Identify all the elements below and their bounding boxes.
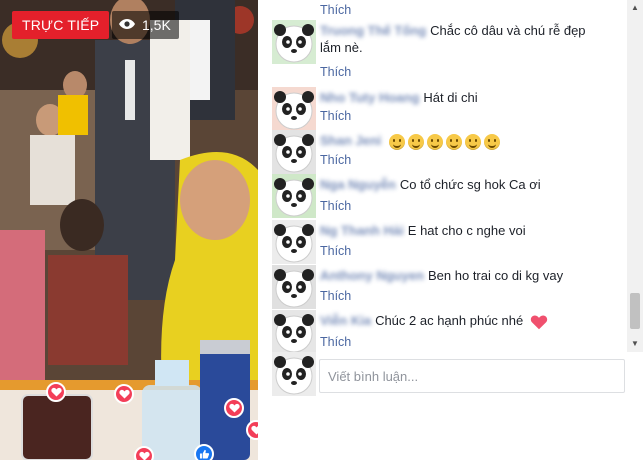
scroll-thumb[interactable] (630, 293, 640, 329)
comment-author[interactable]: Ng Thanh Hải (320, 223, 404, 238)
like-link[interactable]: Thích (320, 153, 351, 167)
scroll-down-icon[interactable]: ▼ (627, 336, 643, 350)
live-video[interactable]: TRỰC TIẾP 1,5K (0, 0, 258, 460)
comment-item: Viễn Kia Chúc 2 ac hạnh phúc nhé Thích (272, 310, 622, 352)
panda-avatar-icon[interactable] (272, 220, 316, 264)
comment-bubble: Viễn Kia Chúc 2 ac hạnh phúc nhé (320, 312, 620, 330)
comment-item: Shan Jeni Thích (272, 130, 622, 174)
comment-bubble: Truong Thế Tống Chắc cô dâu và chú rễ đẹp… (320, 22, 610, 56)
panda-avatar-icon[interactable] (272, 265, 316, 309)
like-link[interactable]: Thích (320, 289, 351, 303)
comment-bubble: Ng Thanh Hải E hat cho c nghe voi (320, 222, 620, 239)
smile-emoji-icon (484, 133, 501, 150)
comments-scrollbar[interactable]: ▲ ▼ (627, 0, 643, 352)
comment-text: E hat cho c nghe voi (407, 223, 526, 238)
panda-avatar-icon (272, 352, 316, 396)
smile-emoji-icon (446, 133, 463, 150)
comment-bubble: Shan Jeni (320, 132, 620, 150)
comment-text: Co tổ chức sg hok Ca ơi (399, 177, 541, 192)
like-reaction-icon (194, 444, 214, 460)
smile-emoji-icon (408, 133, 425, 150)
comment-author[interactable]: Shan Jeni (320, 133, 381, 148)
comment-input[interactable] (319, 359, 625, 393)
like-link[interactable]: Thích (320, 109, 351, 123)
heart-reaction-icon (46, 382, 66, 402)
comment-author[interactable]: Nho Tuty Hoang (320, 90, 419, 105)
comment-item: Nho Tuty Hoang Hát di chi Thích (272, 87, 622, 131)
scroll-up-icon[interactable]: ▲ (627, 0, 643, 14)
panda-avatar-icon[interactable] (272, 87, 316, 131)
comment-item: Truong Thế Tống Chắc cô dâu và chú rễ đẹp… (272, 20, 622, 82)
comment-list[interactable]: Thích Truong Thế Tống Chắc cô dâu và chú … (258, 0, 627, 352)
comment-composer (272, 352, 632, 396)
emoji-row (389, 133, 501, 150)
comment-bubble: Anthony Nguyen Ben ho trai co di kg vay (320, 267, 620, 284)
heart-reaction-icon (134, 446, 154, 460)
panda-avatar-icon[interactable] (272, 310, 316, 352)
heart-reaction-icon (114, 384, 134, 404)
eye-icon (118, 11, 136, 39)
comment-text: Chúc 2 ac hạnh phúc nhé (375, 313, 524, 328)
like-link[interactable]: Thích (320, 199, 351, 213)
panda-avatar-icon[interactable] (272, 130, 316, 174)
heart-emoji-icon (530, 315, 548, 329)
heart-reaction-icon (224, 398, 244, 418)
like-link[interactable]: Thích (320, 244, 351, 258)
viewer-count-badge: 1,5K (112, 11, 179, 39)
smile-emoji-icon (389, 133, 406, 150)
comment-author[interactable]: Anthony Nguyen (320, 268, 424, 283)
comment-item: Thích (272, 0, 622, 18)
comment-bubble: Nho Tuty Hoang Hát di chi (320, 89, 620, 106)
like-link[interactable]: Thích (320, 3, 351, 17)
panda-avatar-icon[interactable] (272, 20, 316, 64)
smile-emoji-icon (465, 133, 482, 150)
comments-panel: Thích Truong Thế Tống Chắc cô dâu và chú … (258, 0, 643, 460)
comment-item: Nga Nguyễn Co tổ chức sg hok Ca ơi Thích (272, 174, 622, 218)
like-link[interactable]: Thích (320, 335, 351, 349)
comment-text: Ben ho trai co di kg vay (428, 268, 564, 283)
live-badge: TRỰC TIẾP (12, 11, 110, 39)
comment-item: Ng Thanh Hải E hat cho c nghe voi Thích (272, 220, 622, 264)
panda-avatar-icon[interactable] (272, 174, 316, 218)
comment-author[interactable]: Truong Thế Tống (320, 23, 426, 38)
comment-author[interactable]: Nga Nguyễn (320, 177, 396, 192)
comment-bubble: Nga Nguyễn Co tổ chức sg hok Ca ơi (320, 176, 620, 193)
smile-emoji-icon (427, 133, 444, 150)
comment-author[interactable]: Viễn Kia (320, 313, 371, 328)
panel-footer (258, 400, 643, 460)
viewer-count: 1,5K (142, 17, 171, 33)
comment-item: Anthony Nguyen Ben ho trai co di kg vay T… (272, 265, 622, 309)
like-link[interactable]: Thích (320, 65, 351, 79)
comment-text: Hát di chi (423, 90, 478, 105)
